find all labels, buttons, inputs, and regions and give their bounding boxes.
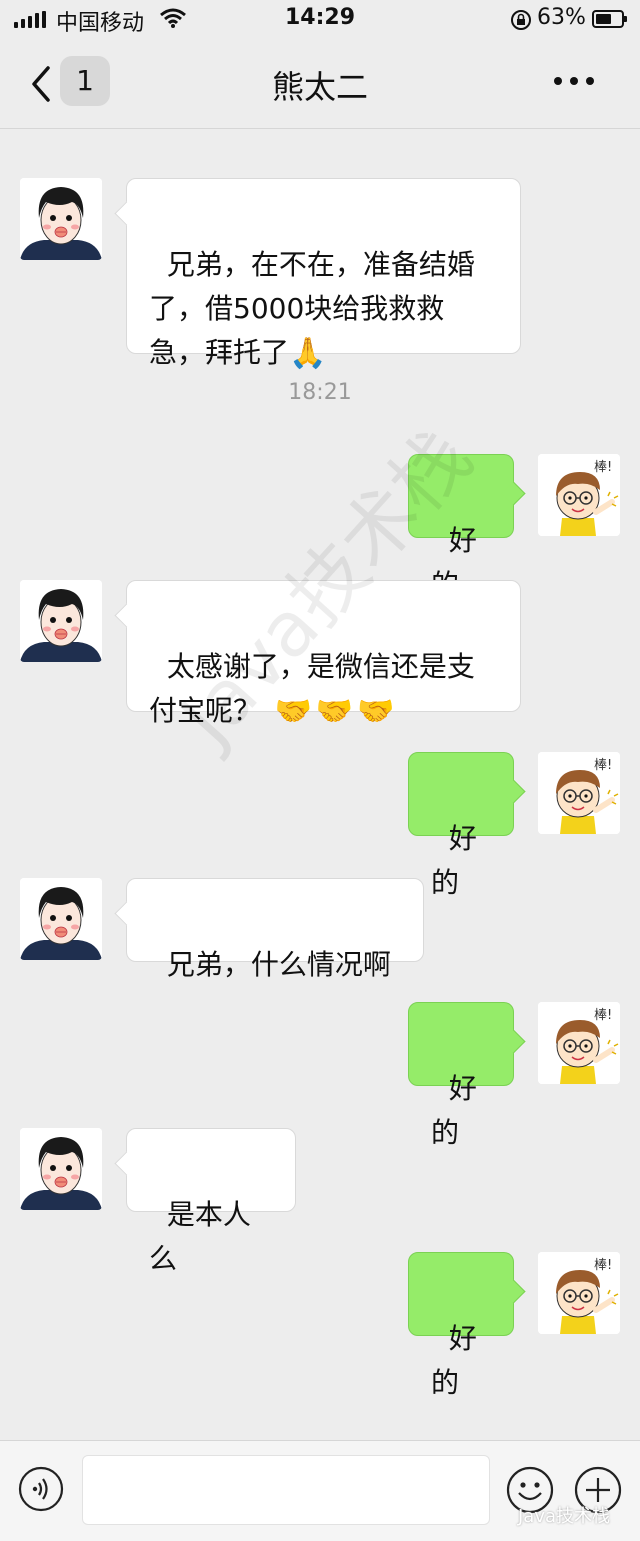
friend-avatar[interactable] bbox=[20, 580, 102, 662]
battery-percent: 63% bbox=[537, 5, 586, 30]
outgoing-message-bubble[interactable]: 好的 bbox=[408, 1252, 514, 1399]
outgoing-message-bubble[interactable]: 好的 bbox=[408, 752, 514, 899]
incoming-message-bubble[interactable]: 兄弟，在不在，准备结婚 了，借5000块给我救救 急，拜托了🙏 bbox=[126, 178, 521, 369]
message-timestamp: 18:21 bbox=[288, 380, 352, 405]
friend-avatar[interactable] bbox=[20, 178, 102, 260]
more-dots-icon[interactable] bbox=[550, 66, 598, 96]
sticker-text: 棒! bbox=[594, 1008, 613, 1023]
sticker-text: 棒! bbox=[594, 758, 613, 773]
message-text: 好的 bbox=[431, 1322, 477, 1399]
outgoing-message-bubble[interactable]: 好的 bbox=[408, 1002, 514, 1149]
my-avatar[interactable]: 棒! bbox=[538, 1252, 620, 1334]
message-text: 好的 bbox=[431, 1072, 477, 1149]
praying-hands-icon: 🙏 bbox=[289, 336, 327, 371]
message-input[interactable] bbox=[82, 1455, 490, 1525]
incoming-message-bubble[interactable]: 兄弟，什么情况啊 bbox=[126, 878, 424, 981]
voice-icon[interactable] bbox=[18, 1466, 64, 1512]
corner-watermark: Java技术栈 bbox=[518, 1506, 611, 1527]
my-avatar[interactable]: 棒! bbox=[538, 752, 620, 834]
my-avatar[interactable]: 棒! bbox=[538, 1002, 620, 1084]
friend-avatar[interactable] bbox=[20, 878, 102, 960]
message-text: 是本人么 bbox=[149, 1198, 251, 1275]
my-avatar[interactable]: 棒! bbox=[538, 454, 620, 536]
sticker-text: 棒! bbox=[594, 460, 613, 475]
incoming-message-bubble[interactable]: 是本人么 bbox=[126, 1128, 296, 1275]
battery-icon bbox=[592, 10, 627, 28]
friend-avatar[interactable] bbox=[20, 1128, 102, 1210]
orientation-lock-icon bbox=[511, 10, 531, 30]
chat-header: 1 熊太二 bbox=[0, 40, 640, 129]
message-text: 好的 bbox=[431, 822, 477, 899]
chat-title: 熊太二 bbox=[271, 68, 368, 106]
message-text: 兄弟，什么情况啊 bbox=[166, 948, 391, 981]
sticker-text: 棒! bbox=[594, 1258, 613, 1273]
status-bar: 中国移动 14:29 63% bbox=[0, 0, 640, 40]
